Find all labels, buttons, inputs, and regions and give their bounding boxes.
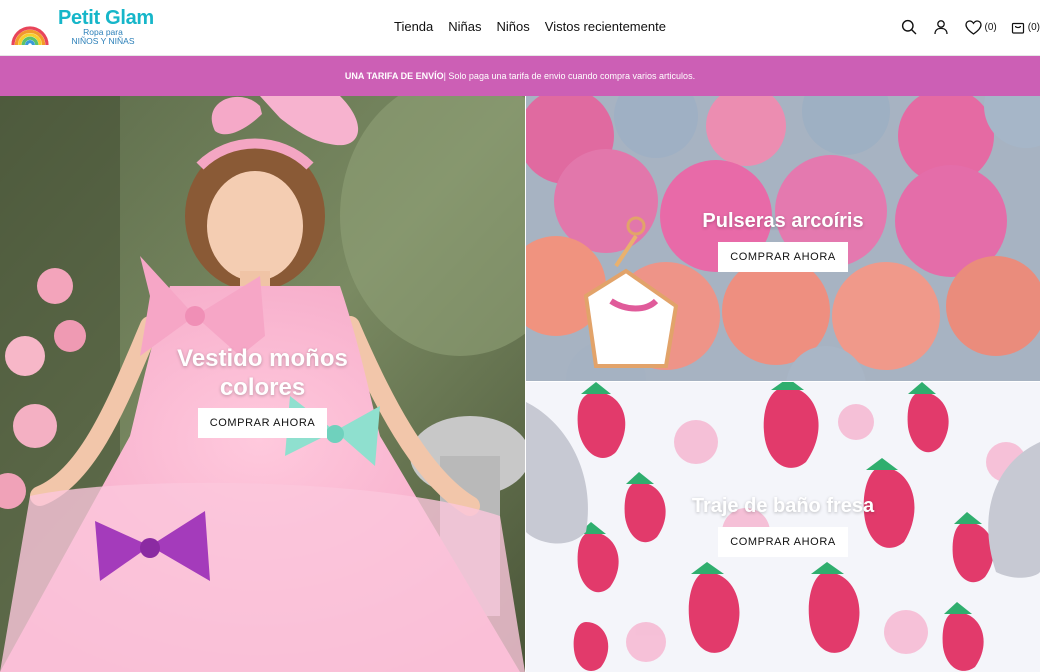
hero-tile-dress[interactable]: Vestido moños colores COMPRAR AHORA xyxy=(0,96,525,672)
dress-tile-title: Vestido moños colores xyxy=(177,345,348,401)
hero-tile-bracelets[interactable]: Pulseras arcoíris COMPRAR AHORA xyxy=(526,96,1040,381)
user-icon xyxy=(933,20,948,35)
hero-tile-swimsuit[interactable]: Traje de baño fresa COMPRAR AHORA xyxy=(526,382,1040,672)
dress-tile-overlay: Vestido moños colores COMPRAR AHORA xyxy=(0,344,525,438)
wishlist-button[interactable]: (0) xyxy=(964,19,997,35)
announcement-text: | Solo paga una tarifa de envio cuando c… xyxy=(443,71,696,81)
swimsuit-tile-overlay: Traje de baño fresa COMPRAR AHORA xyxy=(526,492,1040,557)
swimsuit-tile-title: Traje de baño fresa xyxy=(691,495,875,517)
wishlist-count: (0) xyxy=(984,21,997,33)
search-button[interactable] xyxy=(901,19,917,35)
account-button[interactable] xyxy=(933,19,949,35)
announcement-bold: UNA TARIFA DE ENVÍO xyxy=(344,71,444,81)
logo[interactable]: Petit Glam Ropa para NIÑOS Y NIÑAS xyxy=(10,8,168,46)
bracelets-tile-overlay: Pulseras arcoíris COMPRAR AHORA xyxy=(526,207,1040,272)
cart-button[interactable]: (0) xyxy=(1011,20,1040,34)
rainbow-logo-icon xyxy=(11,26,49,46)
nav-item-ninos[interactable]: Niños xyxy=(497,19,530,34)
tagline-line2: NIÑOS Y NIÑAS xyxy=(71,36,135,46)
nav-item-vistos-recientemente[interactable]: Vistos recientemente xyxy=(545,19,666,34)
shopping-bag-icon xyxy=(1011,22,1024,34)
search-icon xyxy=(901,19,916,35)
nav-item-ninas[interactable]: Niñas xyxy=(448,19,481,34)
cart-count: (0) xyxy=(1027,21,1040,33)
bracelets-shop-now-button[interactable]: COMPRAR AHORA xyxy=(718,242,848,272)
heart-icon xyxy=(964,19,982,35)
brand-name: Petit Glam xyxy=(58,7,154,29)
main-nav: Tienda Niñas Niños Vistos recientemente xyxy=(394,19,666,34)
announcement-bar: UNA TARIFA DE ENVÍO | Solo paga una tari… xyxy=(0,56,1040,96)
dress-shop-now-button[interactable]: COMPRAR AHORA xyxy=(197,408,328,438)
bracelets-tile-title: Pulseras arcoíris xyxy=(702,210,864,232)
swimsuit-shop-now-button[interactable]: COMPRAR AHORA xyxy=(718,527,848,557)
nav-item-tienda[interactable]: Tienda xyxy=(394,19,433,34)
header-actions: (0) (0) xyxy=(901,19,1040,35)
site-header: Petit Glam Ropa para NIÑOS Y NIÑAS Tiend… xyxy=(0,0,1040,56)
brand-tagline: Ropa para NIÑOS Y NIÑAS xyxy=(64,28,142,46)
